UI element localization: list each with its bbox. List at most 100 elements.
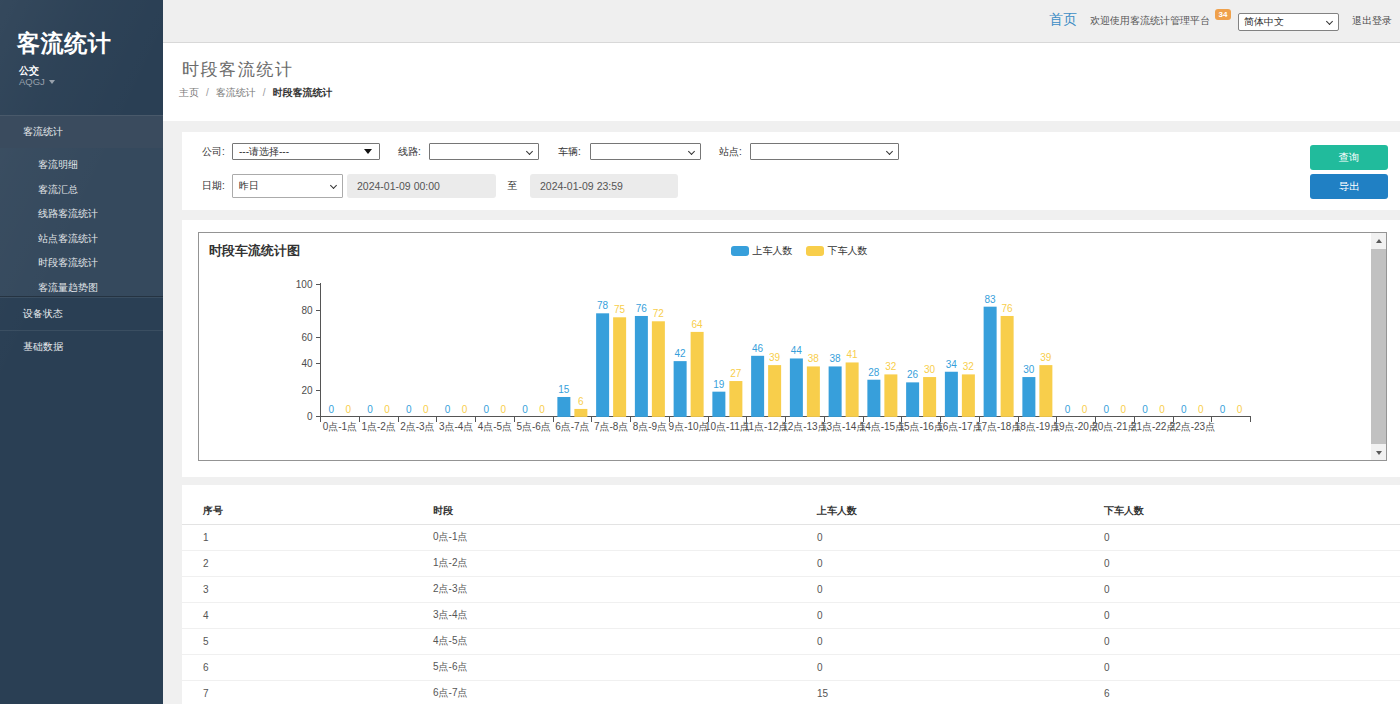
table-row: 21点-2点00 bbox=[182, 550, 1400, 576]
svg-text:30: 30 bbox=[924, 364, 936, 375]
svg-text:38: 38 bbox=[808, 353, 820, 364]
chart-plot: 0204060801000点-1点1点-2点2点-3点3点-4点4点-5点5点-… bbox=[199, 233, 1371, 460]
export-button[interactable]: 导出 bbox=[1310, 174, 1388, 199]
line-select[interactable] bbox=[429, 143, 539, 160]
scrollbar-up-arrow-icon[interactable] bbox=[1371, 233, 1386, 248]
table-column-header: 上车人数 bbox=[817, 485, 1104, 524]
company-select[interactable]: ---请选择--- bbox=[232, 143, 380, 160]
table-cell: 1 bbox=[182, 524, 433, 550]
table-body: 10点-1点0021点-2点0032点-3点0043点-4点0054点-5点00… bbox=[182, 524, 1400, 704]
stats-table: 序号时段上车人数下车人数 10点-1点0021点-2点0032点-3点0043点… bbox=[182, 485, 1400, 704]
station-select[interactable] bbox=[750, 143, 899, 160]
app-logo-title: 客流统计 bbox=[17, 32, 111, 55]
table-row: 43点-4点00 bbox=[182, 602, 1400, 628]
date-preset-select[interactable]: 昨日 bbox=[232, 174, 343, 198]
svg-text:19: 19 bbox=[713, 379, 725, 390]
svg-text:100: 100 bbox=[296, 279, 313, 290]
svg-text:0: 0 bbox=[1104, 404, 1110, 415]
language-selected-value: 简体中文 bbox=[1244, 16, 1284, 27]
table-row: 76点-7点156 bbox=[182, 680, 1400, 704]
svg-text:0: 0 bbox=[1142, 404, 1148, 415]
date-start-input[interactable]: 2024-01-09 00:00 bbox=[347, 174, 496, 198]
notification-badge[interactable]: 34 bbox=[1215, 9, 1231, 20]
svg-text:0: 0 bbox=[329, 404, 335, 415]
svg-text:0: 0 bbox=[522, 404, 528, 415]
svg-text:3点-4点: 3点-4点 bbox=[439, 421, 473, 432]
breadcrumb-section[interactable]: 客流统计 bbox=[216, 87, 256, 98]
svg-text:2点-3点: 2点-3点 bbox=[400, 421, 434, 432]
sidebar-item[interactable]: 客流明细 bbox=[0, 153, 163, 178]
svg-text:0: 0 bbox=[1121, 404, 1127, 415]
sidebar-section-2[interactable]: 基础数据 bbox=[0, 330, 163, 363]
svg-text:40: 40 bbox=[301, 358, 313, 369]
svg-text:28: 28 bbox=[868, 367, 880, 378]
table-cell: 2点-3点 bbox=[433, 576, 817, 602]
page-title: 时段客流统计 bbox=[182, 43, 1400, 78]
table-cell: 0 bbox=[817, 602, 1104, 628]
svg-text:39: 39 bbox=[769, 352, 781, 363]
svg-text:0: 0 bbox=[384, 404, 390, 415]
svg-text:27: 27 bbox=[730, 368, 742, 379]
svg-text:0: 0 bbox=[1220, 404, 1226, 415]
sidebar-item[interactable]: 客流汇总 bbox=[0, 178, 163, 203]
svg-text:0: 0 bbox=[1082, 404, 1088, 415]
sidebar-item[interactable]: 线路客流统计 bbox=[0, 202, 163, 227]
sidebar-item[interactable]: 客流量趋势图 bbox=[0, 276, 163, 297]
table-column-header: 下车人数 bbox=[1104, 485, 1400, 524]
chart-panel: 时段车流统计图 上车人数下车人数 0204060801000点-1点1点-2点2… bbox=[182, 220, 1400, 477]
table-column-header: 序号 bbox=[182, 485, 433, 524]
table-cell: 2 bbox=[182, 550, 433, 576]
svg-text:0: 0 bbox=[1181, 404, 1187, 415]
welcome-text: 欢迎使用客流统计管理平台 bbox=[1090, 15, 1210, 26]
page-header: 时段客流统计 主页 / 客流统计 / 时段客流统计 bbox=[163, 43, 1400, 121]
date-to-label: 至 bbox=[499, 174, 526, 198]
chevron-down-icon bbox=[688, 147, 695, 154]
breadcrumb-separator: / bbox=[263, 87, 266, 98]
home-link[interactable]: 首页 bbox=[1049, 12, 1077, 27]
user-menu[interactable]: AQGJ bbox=[19, 76, 55, 87]
station-label: 站点: bbox=[719, 147, 742, 157]
content: 公司: ---请选择--- 线路: 车辆: 站点: bbox=[163, 121, 1400, 704]
language-select[interactable]: 简体中文 bbox=[1238, 13, 1339, 31]
svg-text:0: 0 bbox=[501, 404, 507, 415]
scrollbar-down-arrow-icon[interactable] bbox=[1371, 445, 1386, 460]
table-cell: 0点-1点 bbox=[433, 524, 817, 550]
svg-text:0: 0 bbox=[539, 404, 545, 415]
vehicle-select[interactable] bbox=[590, 143, 701, 160]
table-cell: 7 bbox=[182, 680, 433, 704]
chevron-down-icon bbox=[526, 147, 533, 154]
table-cell: 0 bbox=[1104, 654, 1400, 680]
table-cell: 0 bbox=[817, 628, 1104, 654]
svg-text:75: 75 bbox=[614, 304, 626, 315]
chart-scroll-box: 时段车流统计图 上车人数下车人数 0204060801000点-1点1点-2点2… bbox=[198, 232, 1387, 461]
svg-text:76: 76 bbox=[636, 303, 648, 314]
topbar: 首页 欢迎使用客流统计管理平台 34 简体中文 退出登录 bbox=[163, 0, 1400, 43]
breadcrumb: 主页 / 客流统计 / 时段客流统计 bbox=[179, 87, 1400, 98]
svg-text:7点-8点: 7点-8点 bbox=[594, 421, 628, 432]
chart-scrollbar[interactable] bbox=[1371, 233, 1386, 460]
sidebar-item[interactable]: 时段客流统计 bbox=[0, 251, 163, 276]
svg-text:0点-1点: 0点-1点 bbox=[323, 421, 357, 432]
svg-text:64: 64 bbox=[692, 319, 704, 330]
query-button[interactable]: 查询 bbox=[1310, 145, 1388, 170]
breadcrumb-home[interactable]: 主页 bbox=[179, 87, 199, 98]
scrollbar-thumb[interactable] bbox=[1371, 249, 1386, 444]
chevron-down-icon bbox=[886, 147, 893, 154]
svg-text:0: 0 bbox=[1065, 404, 1071, 415]
svg-text:0: 0 bbox=[462, 404, 468, 415]
svg-text:4点-5点: 4点-5点 bbox=[478, 421, 512, 432]
logout-link[interactable]: 退出登录 bbox=[1352, 15, 1392, 26]
svg-text:60: 60 bbox=[301, 332, 313, 343]
sidebar-item[interactable]: 站点客流统计 bbox=[0, 227, 163, 252]
table-row: 65点-6点00 bbox=[182, 654, 1400, 680]
sidebar-section-1[interactable]: 设备状态 bbox=[0, 297, 163, 330]
table-cell: 0 bbox=[1104, 524, 1400, 550]
svg-text:9点-10点: 9点-10点 bbox=[669, 421, 709, 432]
company-label: 公司: bbox=[202, 147, 225, 157]
sidebar-section-0[interactable]: 客流统计 bbox=[0, 115, 163, 148]
date-end-input[interactable]: 2024-01-09 23:59 bbox=[530, 174, 678, 198]
table-panel: 序号时段上车人数下车人数 10点-1点0021点-2点0032点-3点0043点… bbox=[182, 485, 1400, 704]
svg-text:15: 15 bbox=[558, 384, 570, 395]
filter-panel: 公司: ---请选择--- 线路: 车辆: 站点: bbox=[182, 132, 1400, 210]
line-label: 线路: bbox=[398, 147, 421, 157]
